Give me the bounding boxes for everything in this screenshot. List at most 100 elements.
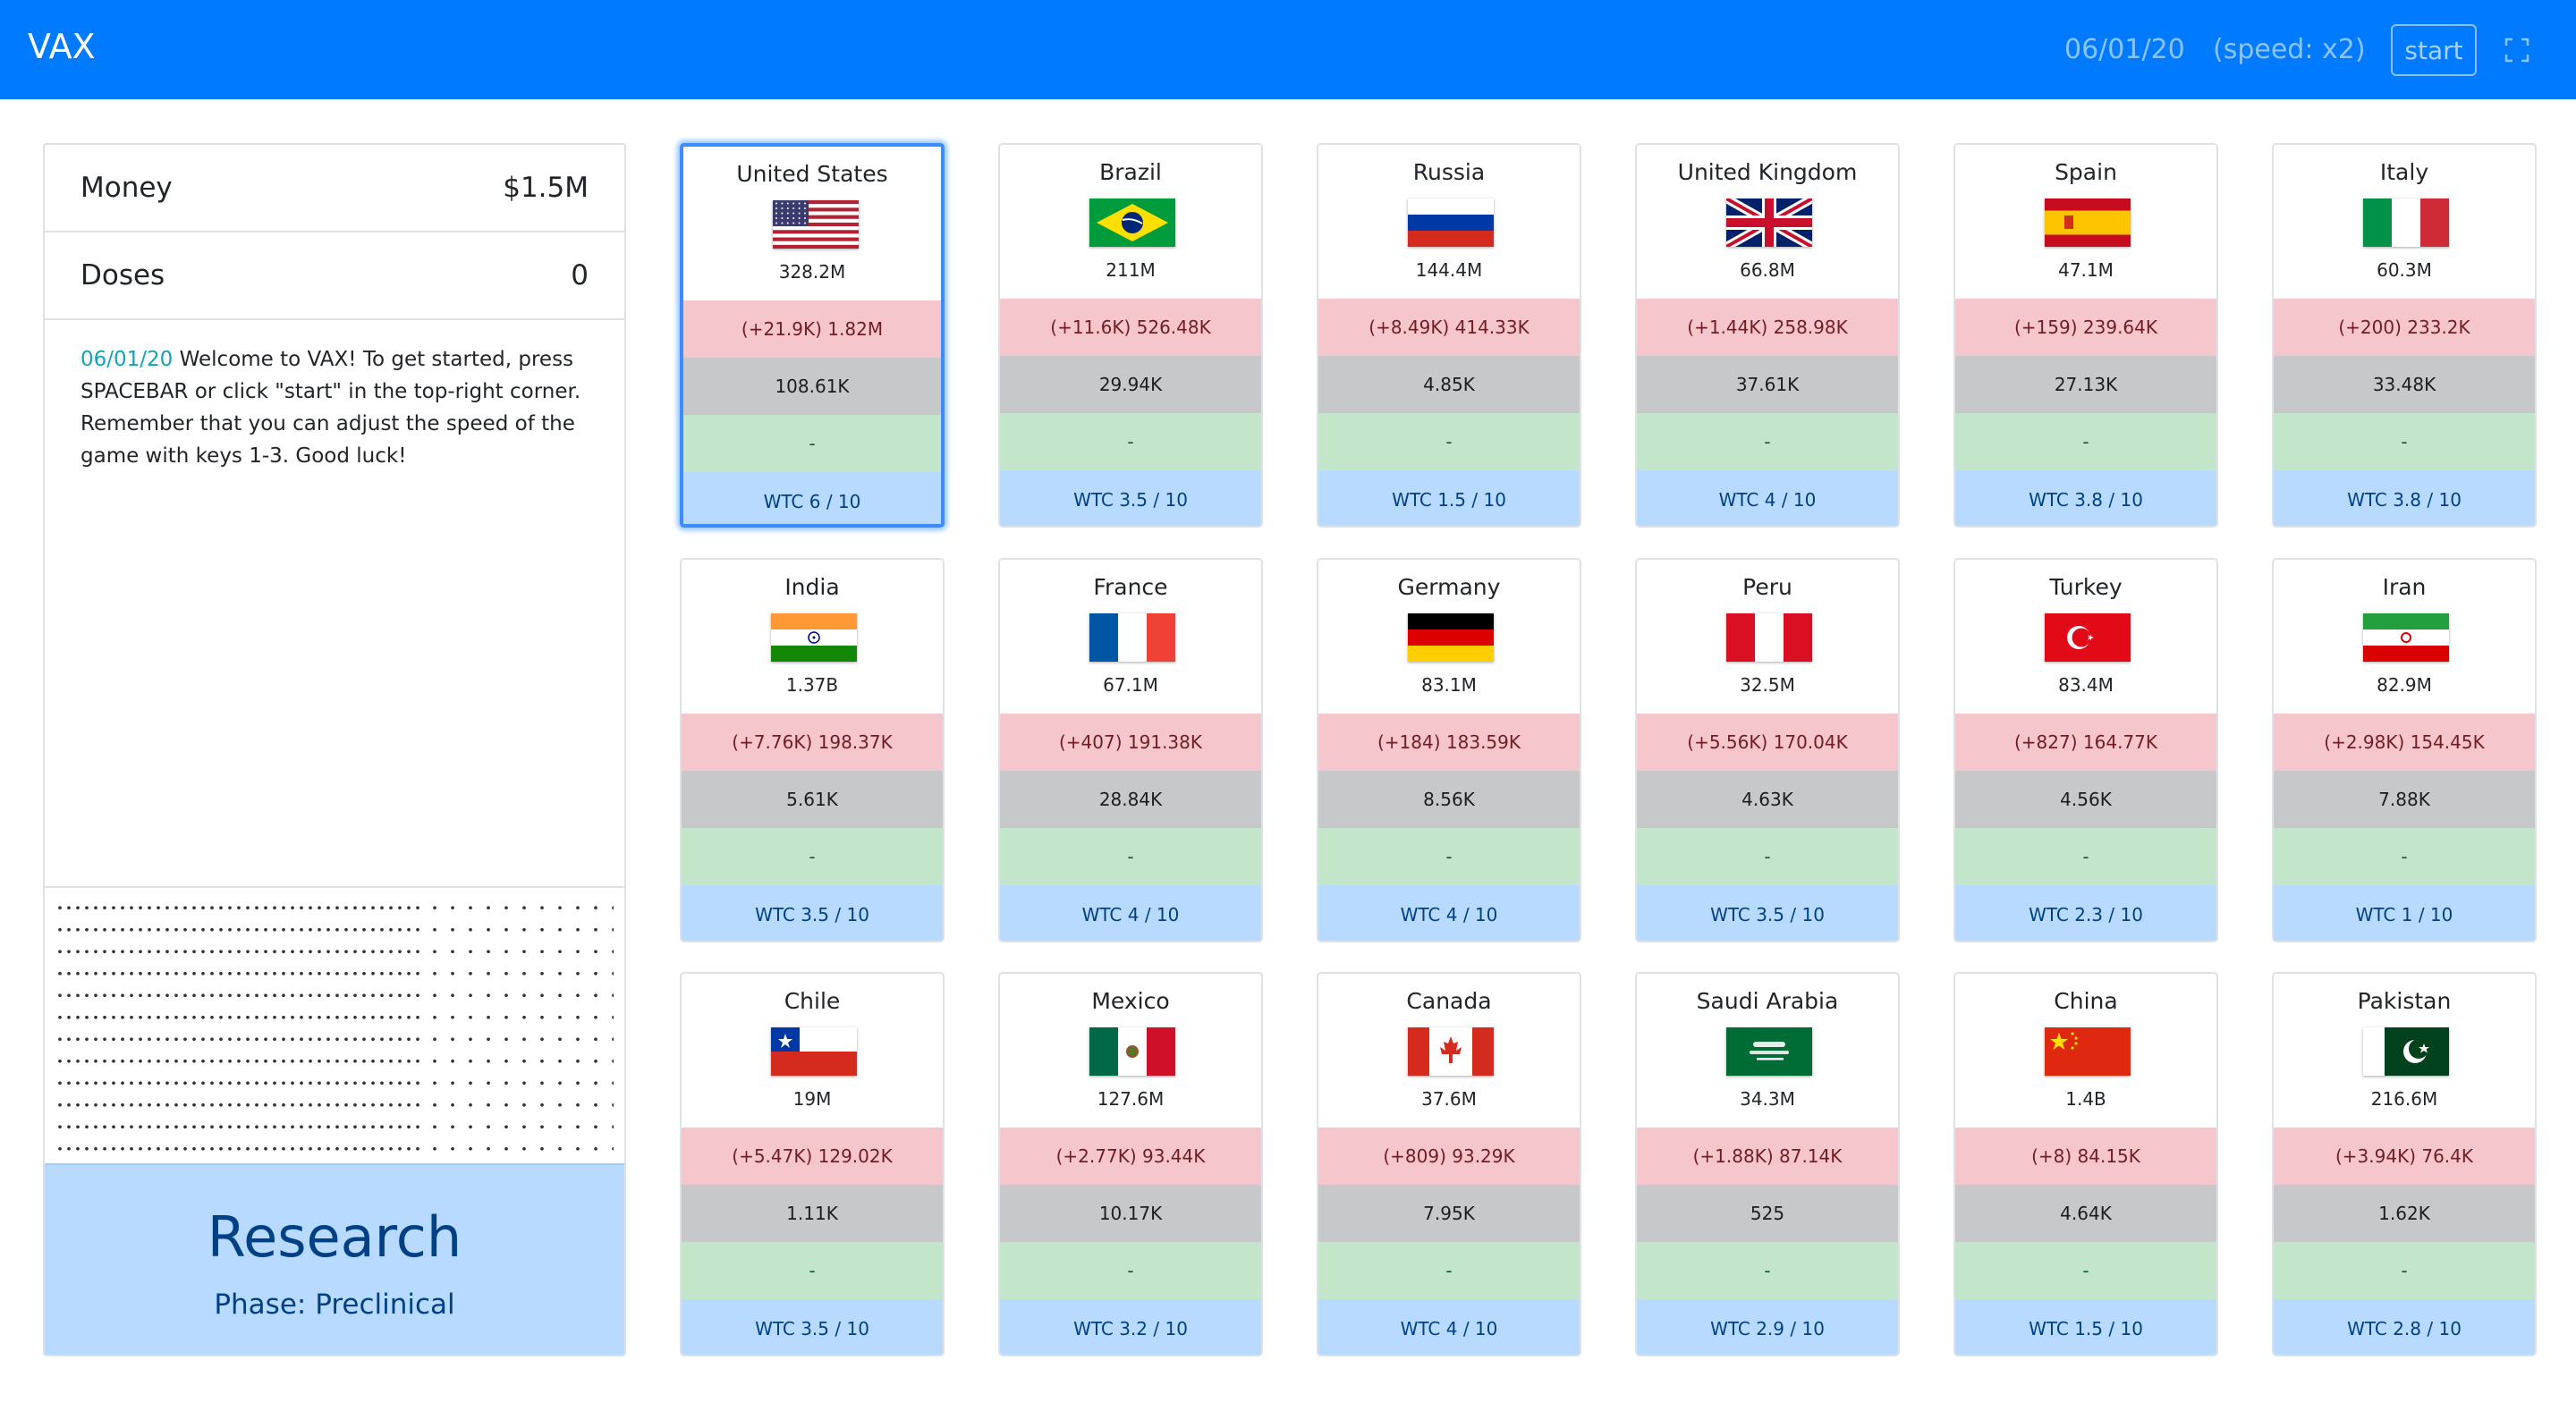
country-population: 32.5M: [1740, 674, 1795, 696]
country-deaths: 37.61K: [1637, 356, 1898, 413]
country-vaccinated: -: [1955, 828, 2216, 885]
italy-flag-icon: [2363, 199, 2449, 247]
country-card[interactable]: United States 328.2M (+21.9K) 1.82M 108.61K…: [680, 143, 945, 528]
country-card[interactable]: Peru 32.5M (+5.56K) 170.04K 4.63K - WTC 3.5 /…: [1635, 558, 1900, 942]
country-population: 19M: [792, 1088, 832, 1110]
country-name: Mexico: [1091, 988, 1170, 1014]
country-card[interactable]: Italy 60.3M (+200) 233.2K 33.48K - WTC 3.8 / …: [2272, 143, 2537, 528]
country-deaths: 29.94K: [1000, 356, 1261, 413]
india-flag-icon: [771, 613, 857, 662]
country-deaths: 33.48K: [2274, 356, 2535, 413]
country-deaths: 28.84K: [1000, 771, 1261, 828]
money-value: $1.5M: [503, 172, 589, 204]
country-vaccinated: -: [1000, 828, 1261, 885]
country-deaths: 27.13K: [1955, 356, 2216, 413]
progress-dots-left: [55, 897, 420, 1152]
country-wtc: WTC 1 / 10: [2274, 885, 2535, 941]
start-button[interactable]: start: [2391, 24, 2477, 76]
event-log: 06/01/20 Welcome to VAX! To get started,…: [80, 343, 599, 472]
country-vaccinated: -: [1000, 1242, 1261, 1299]
fullscreen-icon[interactable]: [2504, 38, 2529, 63]
country-cases: (+827) 164.77K: [1955, 714, 2216, 771]
germany-flag-icon: [1408, 613, 1494, 662]
country-population: 66.8M: [1740, 259, 1795, 281]
france-flag-icon: [1089, 613, 1175, 662]
country-cases: (+159) 239.64K: [1955, 299, 2216, 356]
country-card[interactable]: Spain 47.1M (+159) 239.64K 27.13K - WTC 3.8 /…: [1953, 143, 2218, 528]
country-cases: (+200) 233.2K: [2274, 299, 2535, 356]
country-population: 83.1M: [1421, 674, 1477, 696]
country-card[interactable]: Turkey 83.4M (+827) 164.77K 4.56K - WTC 2.3 /…: [1953, 558, 2218, 942]
country-wtc: WTC 4 / 10: [1318, 1299, 1580, 1355]
country-card[interactable]: Pakistan 216.6M (+3.94K) 76.4K 1.62K - WTC 2.…: [2272, 972, 2537, 1356]
russia-flag-icon: [1408, 199, 1494, 247]
country-vaccinated: -: [1955, 413, 2216, 470]
country-deaths: 4.56K: [1955, 771, 2216, 828]
country-deaths: 7.95K: [1318, 1185, 1580, 1242]
doses-value: 0: [571, 259, 589, 291]
turkey-flag-icon: [2045, 613, 2131, 662]
country-name: China: [2054, 988, 2118, 1014]
country-cases: (+8.49K) 414.33K: [1318, 299, 1580, 356]
country-card[interactable]: France 67.1M (+407) 191.38K 28.84K - WTC 4 / …: [998, 558, 1263, 942]
country-card[interactable]: United Kingdom 66.8M (+1.44K) 258.98K 37.61…: [1635, 143, 1900, 528]
country-population: 83.4M: [2058, 674, 2114, 696]
country-cases: (+809) 93.29K: [1318, 1128, 1580, 1185]
mexico-flag-icon: [1089, 1027, 1175, 1076]
country-deaths: 4.85K: [1318, 356, 1580, 413]
game-date: 06/01/20: [2064, 34, 2185, 65]
app-brand[interactable]: VAX: [28, 27, 96, 66]
country-population: 60.3M: [2377, 259, 2432, 281]
country-wtc: WTC 1.5 / 10: [1955, 1299, 2216, 1355]
country-deaths: 8.56K: [1318, 771, 1580, 828]
country-name: Germany: [1397, 574, 1501, 600]
country-card[interactable]: Iran 82.9M (+2.98K) 154.45K 7.88K - WTC 1 / 1…: [2272, 558, 2537, 942]
research-phase: Phase: Preclinical: [214, 1288, 455, 1321]
country-name: Italy: [2379, 159, 2429, 185]
doses-row: Doses 0: [45, 232, 624, 320]
country-vaccinated: -: [1000, 413, 1261, 470]
country-cases: (+5.47K) 129.02K: [682, 1128, 943, 1185]
country-name: Chile: [784, 988, 841, 1014]
country-card[interactable]: Mexico 127.6M (+2.77K) 93.44K 10.17K - WTC 3.…: [998, 972, 1263, 1356]
country-wtc: WTC 3.8 / 10: [1955, 470, 2216, 526]
country-card[interactable]: Saudi Arabia 34.3M (+1.88K) 87.14K 525- WTC …: [1635, 972, 1900, 1356]
money-row: Money $1.5M: [45, 145, 624, 232]
country-wtc: WTC 6 / 10: [683, 472, 941, 524]
country-cases: (+3.94K) 76.4K: [2274, 1128, 2535, 1185]
country-name: Spain: [2055, 159, 2117, 185]
country-name: United Kingdom: [1677, 159, 1858, 185]
country-vaccinated: -: [1637, 413, 1898, 470]
spain-flag-icon: [2045, 199, 2131, 247]
country-deaths: 1.62K: [2274, 1185, 2535, 1242]
country-card[interactable]: Germany 83.1M (+184) 183.59K 8.56K - WTC 4 / …: [1317, 558, 1581, 942]
log-date: 06/01/20: [80, 348, 174, 371]
country-vaccinated: -: [1955, 1242, 2216, 1299]
country-population: 82.9M: [2377, 674, 2432, 696]
game-speed: (speed: x2): [2213, 34, 2366, 65]
country-cases: (+7.76K) 198.37K: [682, 714, 943, 771]
country-deaths: 108.61K: [683, 358, 941, 415]
country-card[interactable]: China 1.4B (+8) 84.15K 4.64K - WTC 1.5 / 10: [1953, 972, 2218, 1356]
country-vaccinated: -: [2274, 1242, 2535, 1299]
country-cases: (+407) 191.38K: [1000, 714, 1261, 771]
country-card[interactable]: Chile 19M (+5.47K) 129.02K 1.11K - WTC 3.5 / …: [680, 972, 945, 1356]
navbar: VAX 06/01/20 (speed: x2) start: [0, 0, 2576, 99]
country-population: 216.6M: [2370, 1088, 2438, 1110]
country-vaccinated: -: [682, 828, 943, 885]
country-card[interactable]: Brazil 211M (+11.6K) 526.48K 29.94K - WTC 3.5…: [998, 143, 1263, 528]
progress-dots-right: [426, 897, 614, 1152]
country-deaths: 4.63K: [1637, 771, 1898, 828]
country-name: Brazil: [1099, 159, 1162, 185]
country-name: Russia: [1412, 159, 1486, 185]
uk-flag-icon: [1726, 199, 1812, 247]
country-card[interactable]: Russia 144.4M (+8.49K) 414.33K 4.85K - WTC 1.…: [1317, 143, 1581, 528]
country-card[interactable]: Canada 37.6M (+809) 93.29K 7.95K - WTC 4 / 10: [1317, 972, 1581, 1356]
chile-flag-icon: [771, 1027, 857, 1076]
country-population: 47.1M: [2058, 259, 2114, 281]
research-button[interactable]: Research Phase: Preclinical: [45, 1163, 624, 1355]
country-wtc: WTC 4 / 10: [1318, 885, 1580, 941]
country-vaccinated: -: [682, 1242, 943, 1299]
country-wtc: WTC 4 / 10: [1000, 885, 1261, 941]
country-card[interactable]: India 1.37B (+7.76K) 198.37K 5.61K - WTC 3.5 …: [680, 558, 945, 942]
